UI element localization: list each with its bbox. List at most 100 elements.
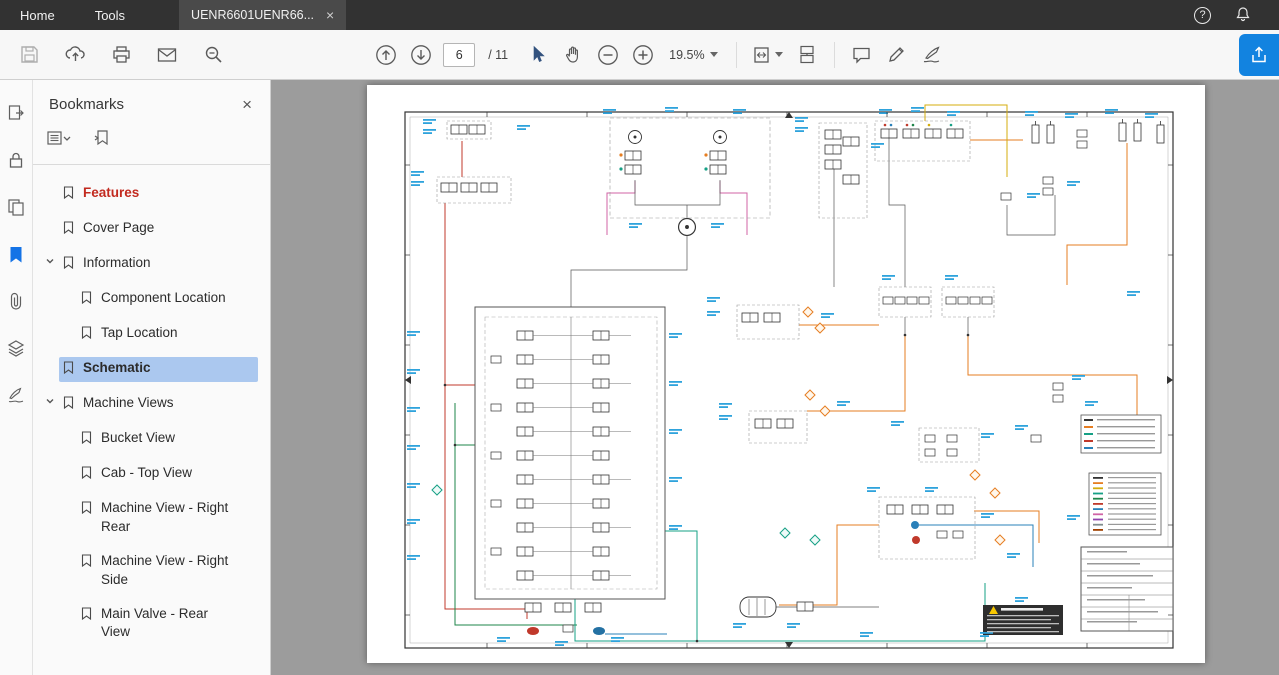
bookmark-item-information[interactable]: Information (33, 247, 264, 282)
hand-tool-icon[interactable] (560, 42, 586, 68)
bookmark-icon (81, 429, 93, 449)
bookmark-icon (81, 605, 93, 625)
highlight-icon[interactable] (884, 42, 910, 68)
share-button[interactable] (1239, 34, 1279, 76)
document-tab[interactable]: UENR6601UENR66... × (179, 0, 346, 30)
help-icon[interactable]: ? (1194, 7, 1211, 24)
bookmark-body[interactable]: Features (59, 182, 258, 207)
menu-tools[interactable]: Tools (75, 0, 145, 30)
chevron-down-icon[interactable] (41, 252, 59, 266)
zoom-caret-icon (710, 52, 718, 57)
fit-width-caret-icon (775, 52, 783, 57)
bookmark-label: Machine View - Right Rear (101, 499, 229, 537)
bookmark-label: Machine Views (83, 394, 174, 413)
bookmark-body[interactable]: Cover Page (59, 217, 258, 242)
bookmark-item-features[interactable]: Features (33, 177, 264, 212)
bookmark-body[interactable]: Machine View - Right Rear (77, 497, 258, 540)
chevron-spacer (59, 287, 77, 291)
zoom-search-icon[interactable] (200, 42, 226, 68)
chevron-down-icon[interactable] (41, 392, 59, 406)
toolbar-separator (736, 42, 737, 68)
comment-icon[interactable] (849, 42, 875, 68)
expand-bookmark-icon[interactable] (93, 129, 111, 152)
bookmark-icon (81, 464, 93, 484)
bookmark-icon (81, 324, 93, 344)
bookmark-icon (81, 552, 93, 572)
bookmark-icon (63, 254, 75, 274)
bookmark-label: Schematic (83, 359, 151, 378)
bookmark-body[interactable]: Information (59, 252, 258, 277)
chevron-spacer (41, 182, 59, 186)
page-number-input[interactable] (443, 43, 475, 67)
bookmark-item-machine-views[interactable]: Machine Views (33, 387, 264, 422)
zoom-out-icon[interactable] (595, 42, 621, 68)
bookmarks-list: Features Cover Page Information Component L… (33, 165, 270, 675)
bookmark-label: Component Location (101, 289, 226, 308)
bookmark-item-machine-view-right-side[interactable]: Machine View - Right Side (33, 545, 264, 598)
document-tab-title: UENR6601UENR66... (191, 8, 314, 22)
bookmark-body[interactable]: Cab - Top View (77, 462, 258, 487)
chevron-spacer (59, 427, 77, 431)
bookmarks-panel-icon[interactable] (7, 245, 25, 263)
bookmark-item-cover-page[interactable]: Cover Page (33, 212, 264, 247)
select-tool-icon[interactable] (525, 42, 551, 68)
bookmark-body[interactable]: Schematic (59, 357, 258, 382)
bookmark-item-cab-top-view[interactable]: Cab - Top View (33, 457, 264, 492)
navigation-rail (0, 80, 33, 675)
attachments-icon[interactable] (7, 292, 25, 310)
bookmark-item-main-valve-rear-view[interactable]: Main Valve - Rear View (33, 598, 264, 651)
bookmark-item-tap-location[interactable]: Tap Location (33, 317, 264, 352)
bookmark-label: Machine View - Right Side (101, 552, 229, 590)
layers-icon[interactable] (7, 339, 25, 357)
bookmark-body[interactable]: Machine Views (59, 392, 258, 417)
export-tools-icon[interactable] (7, 104, 25, 122)
bookmark-icon (81, 289, 93, 309)
fit-width-icon[interactable] (751, 42, 785, 68)
bookmark-icon (63, 219, 75, 239)
zoom-level-dropdown[interactable]: 19.5% (665, 48, 721, 62)
bookmarks-panel: Bookmarks × FeaturesCover PageInformatio… (33, 80, 271, 675)
bookmark-label: Information (83, 254, 151, 273)
bookmark-icon (63, 359, 75, 379)
pdf-reader-window: Home Tools UENR6601UENR66... × ? (0, 0, 1279, 675)
print-icon[interactable] (108, 42, 134, 68)
bookmark-item-bucket-view[interactable]: Bucket View (33, 422, 264, 457)
bookmark-body[interactable]: Bucket View (77, 427, 258, 452)
zoom-in-icon[interactable] (630, 42, 656, 68)
scroll-mode-icon[interactable] (794, 42, 820, 68)
bookmark-icon (63, 394, 75, 414)
cloud-upload-icon[interactable] (62, 42, 88, 68)
page-down-icon[interactable] (408, 42, 434, 68)
bookmark-item-machine-view-right-rear[interactable]: Machine View - Right Rear (33, 492, 264, 545)
tab-close-icon[interactable]: × (326, 8, 334, 22)
toolbar: / 11 19.5% (0, 30, 1279, 80)
fill-sign-icon[interactable] (919, 42, 945, 68)
panel-close-icon[interactable]: × (242, 96, 252, 113)
bookmark-label: Tap Location (101, 324, 178, 343)
protect-lock-icon[interactable] (7, 151, 25, 169)
page-up-icon[interactable] (373, 42, 399, 68)
page-total-label: / 11 (488, 48, 508, 62)
bookmark-body[interactable]: Tap Location (77, 322, 258, 347)
bookmark-body[interactable]: Machine View - Right Side (77, 550, 258, 593)
bookmark-body[interactable]: Main Valve - Rear View (77, 603, 258, 646)
signatures-icon[interactable] (7, 386, 25, 404)
bookmark-body[interactable]: Component Location (77, 287, 258, 312)
bookmark-label: Cab - Top View (101, 464, 192, 483)
bookmark-label: Main Valve - Rear View (101, 605, 229, 643)
pdf-page (367, 85, 1205, 663)
organize-pages-icon[interactable] (7, 198, 25, 216)
zoom-level-label: 19.5% (669, 48, 704, 62)
bookmark-item-component-location[interactable]: Component Location (33, 282, 264, 317)
bookmark-item-schematic[interactable]: Schematic (33, 352, 264, 387)
menu-home[interactable]: Home (0, 0, 75, 30)
chevron-spacer (41, 217, 59, 221)
bookmark-label: Features (83, 184, 139, 203)
notifications-icon[interactable] (1235, 6, 1251, 25)
chevron-spacer (59, 462, 77, 466)
save-icon[interactable] (16, 42, 42, 68)
chevron-spacer (59, 322, 77, 326)
email-icon[interactable] (154, 42, 180, 68)
chevron-spacer (59, 550, 77, 554)
panel-options-icon[interactable] (47, 130, 71, 151)
